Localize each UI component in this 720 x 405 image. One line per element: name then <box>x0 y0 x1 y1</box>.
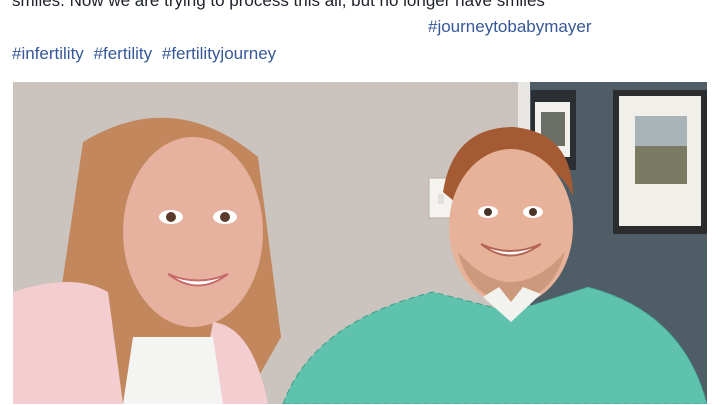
hashtag-link-fertilityjourney[interactable]: #fertilityjourney <box>162 44 276 63</box>
post-photo[interactable] <box>13 82 707 404</box>
hashtag-link-journeytobabymayer[interactable]: #journeytobabymayer <box>428 17 591 37</box>
hashtag-link-infertility[interactable]: #infertility <box>12 44 84 63</box>
post-text-line: smiles. Now we are trying to process thi… <box>12 0 545 10</box>
hashtag-link-fertility[interactable]: #fertility <box>94 44 153 63</box>
hashtag-row: #infertility #fertility #fertilityjourne… <box>12 44 281 64</box>
